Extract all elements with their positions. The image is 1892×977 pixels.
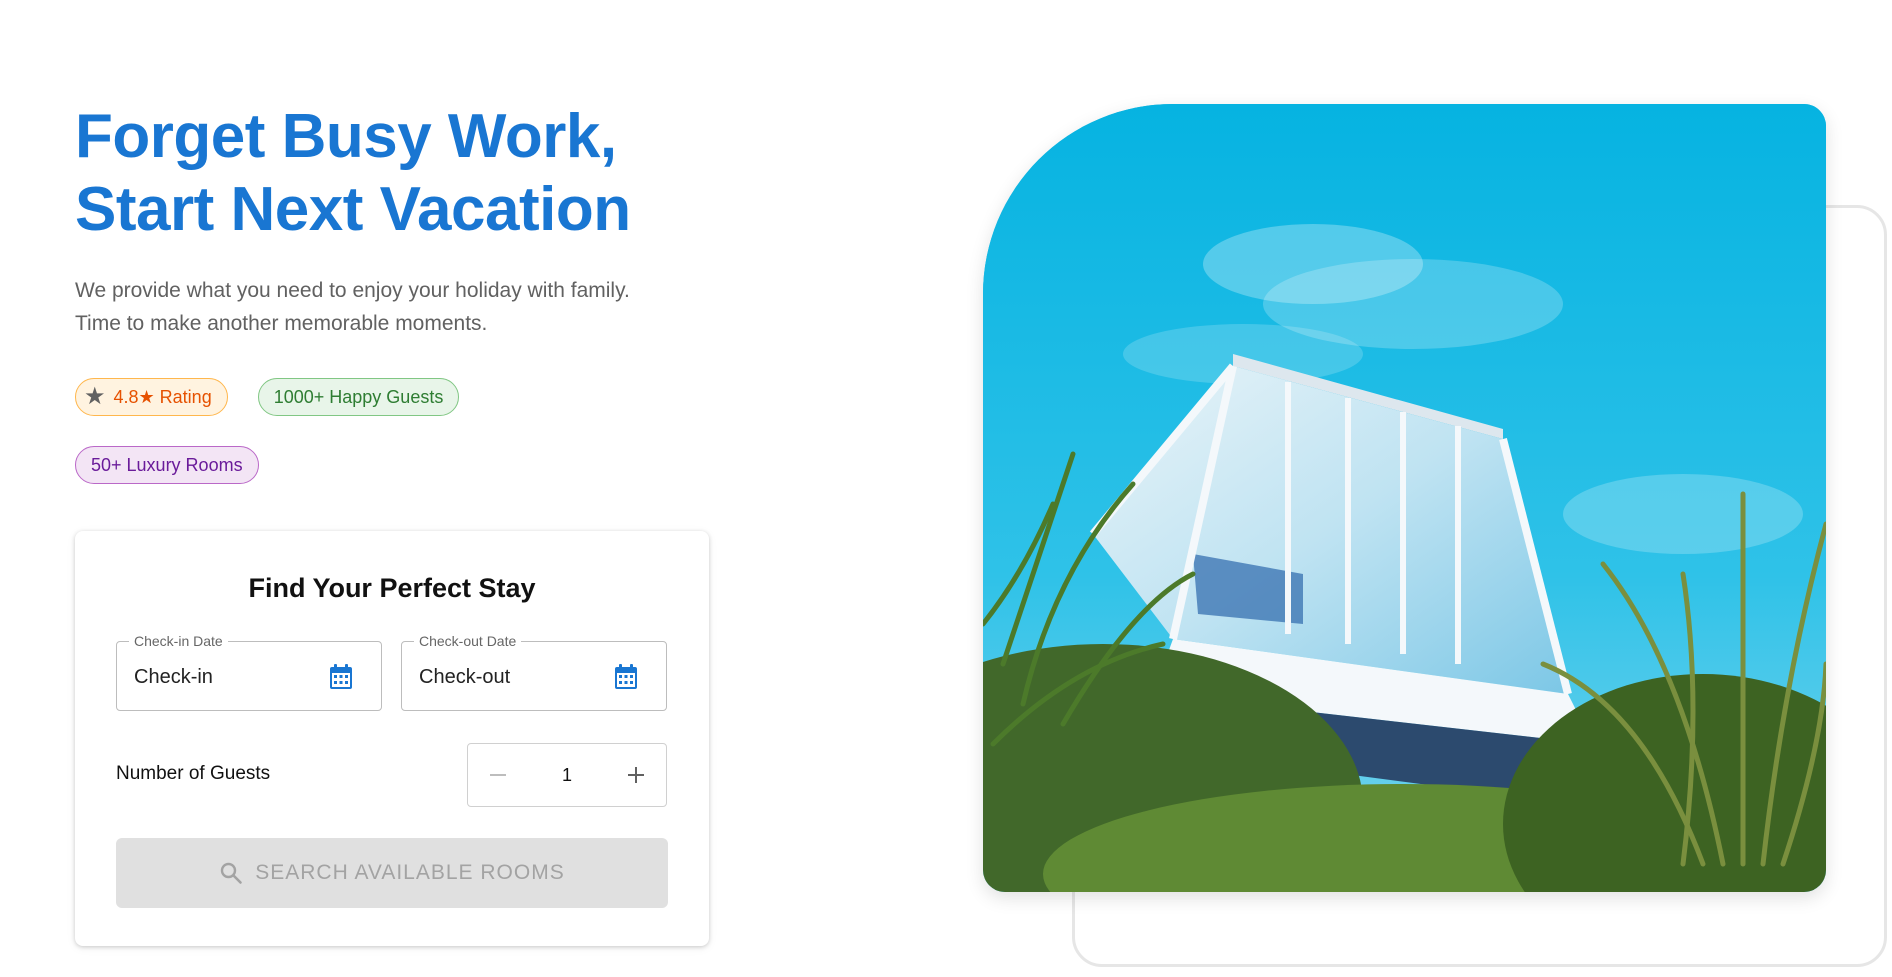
checkin-date-field[interactable]: Check-in Date Check-in xyxy=(116,632,382,711)
calendar-icon[interactable] xyxy=(614,664,638,690)
checkout-date-field[interactable]: Check-out Date Check-out xyxy=(401,632,667,711)
star-icon: ★ xyxy=(84,383,106,410)
decrement-button[interactable] xyxy=(468,744,528,806)
plus-icon xyxy=(627,767,644,783)
badge-list: ★ 4.8★ Rating 1000+ Happy Guests 50+ Lux… xyxy=(75,378,635,484)
search-rooms-button-label: SEARCH AVAILABLE ROOMS xyxy=(255,861,565,884)
subtitle-line-2: Time to make another memorable moments. xyxy=(75,312,488,335)
calendar-icon[interactable] xyxy=(329,664,353,690)
headline-line-1: Forget Busy Work, xyxy=(75,102,617,171)
rating-badge-label: 4.8★ Rating xyxy=(113,386,212,407)
rating-badge: ★ 4.8★ Rating xyxy=(75,378,228,416)
hero-section: Forget Busy Work, Start Next Vacation We… xyxy=(75,100,715,484)
happy-guests-badge: 1000+ Happy Guests xyxy=(257,378,460,416)
hero-image xyxy=(983,104,1826,892)
increment-button[interactable] xyxy=(606,744,666,806)
glass-house-photo xyxy=(983,104,1826,892)
search-card: Find Your Perfect Stay Check-in Date Che… xyxy=(75,531,709,946)
guests-label: Number of Guests xyxy=(116,763,271,784)
checkin-date-value: Check-in xyxy=(134,666,213,688)
checkin-date-label: Check-in Date xyxy=(129,632,228,650)
headline-line-2: Start Next Vacation xyxy=(75,175,631,244)
luxury-rooms-badge-label: 50+ Luxury Rooms xyxy=(91,454,243,475)
checkout-date-value: Check-out xyxy=(419,666,511,688)
checkout-date-label: Check-out Date xyxy=(414,632,522,650)
guests-count: 1 xyxy=(561,764,572,785)
minus-icon xyxy=(490,774,506,776)
search-icon xyxy=(221,862,243,884)
subtitle-line-1: We provide what you need to enjoy your h… xyxy=(75,279,630,302)
hero-subtitle: We provide what you need to enjoy your h… xyxy=(75,274,715,340)
search-rooms-button[interactable]: SEARCH AVAILABLE ROOMS xyxy=(116,838,668,908)
landing-page: Forget Busy Work, Start Next Vacation We… xyxy=(0,0,1892,977)
guests-stepper: 1 xyxy=(467,743,667,807)
hero-headline: Forget Busy Work, Start Next Vacation xyxy=(75,100,715,246)
luxury-rooms-badge: 50+ Luxury Rooms xyxy=(75,446,259,484)
happy-guests-badge-label: 1000+ Happy Guests xyxy=(273,386,444,407)
search-card-title: Find Your Perfect Stay xyxy=(248,573,536,603)
